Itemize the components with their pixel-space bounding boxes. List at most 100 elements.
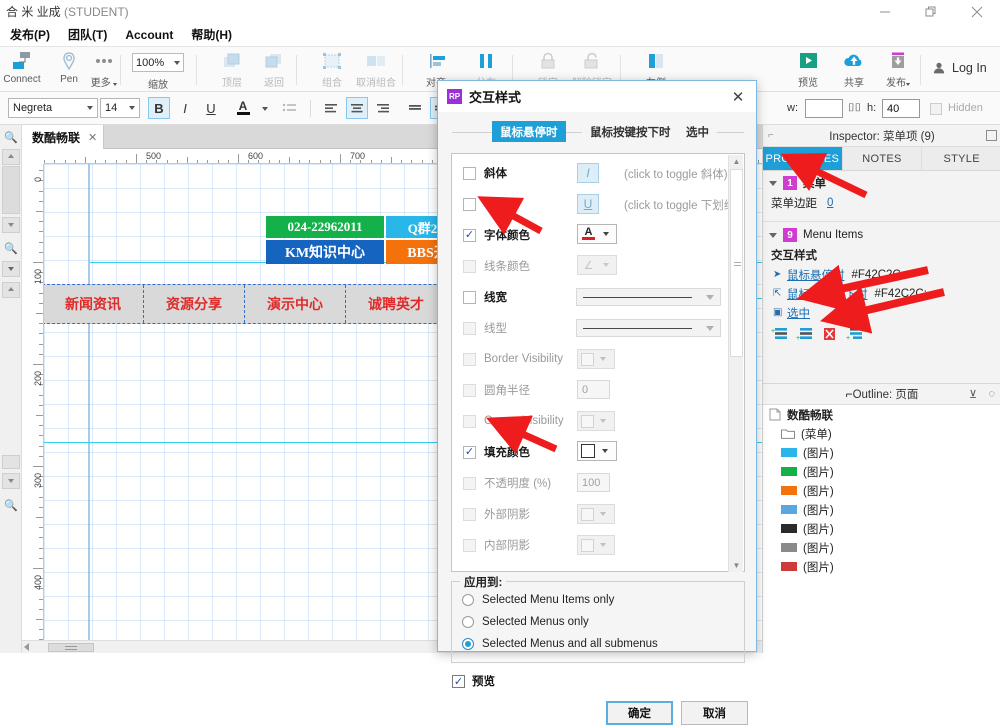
swatch-dropdown[interactable]: [577, 535, 615, 555]
interaction-mousedown-link[interactable]: 鼠标按键按下时: [787, 286, 868, 302]
scroll-thumb[interactable]: [48, 643, 94, 652]
property-checkbox[interactable]: [463, 538, 476, 552]
pin-icon[interactable]: ⌐: [768, 130, 774, 141]
italic-button[interactable]: I: [174, 97, 196, 119]
link-icon[interactable]: ⌷⌷: [848, 102, 861, 115]
canvas-menu-item[interactable]: 新闻资讯: [44, 285, 144, 323]
chevron-down-icon[interactable]: [262, 107, 268, 111]
property-checkbox[interactable]: ✓: [463, 445, 476, 459]
outline-node[interactable]: (图片): [763, 519, 1000, 538]
rail-dropdown[interactable]: [2, 261, 20, 277]
interaction-selected-link[interactable]: 选中: [787, 305, 810, 321]
number-input[interactable]: 0: [577, 380, 610, 399]
align-left-button[interactable]: [320, 97, 342, 119]
sort-icon[interactable]: ◌: [988, 388, 995, 400]
cancel-button[interactable]: 取消: [681, 701, 748, 725]
pin-icon[interactable]: ⌐: [846, 387, 853, 401]
property-checkbox[interactable]: [463, 321, 476, 335]
scroll-left-icon[interactable]: [24, 643, 29, 651]
rail-scroll-down[interactable]: [2, 217, 20, 233]
dialog-property-list[interactable]: 斜体 I (click to toggle 斜体) 下划线 U (click to tog…: [451, 153, 745, 572]
toolbar-publish-button[interactable]: 发布: [872, 49, 924, 91]
toolbar-send-back-button[interactable]: 返回: [248, 49, 300, 91]
swatch-dropdown[interactable]: [577, 504, 615, 524]
preview-checkbox[interactable]: ✓: [452, 674, 465, 688]
interaction-row-hover[interactable]: ➤ 鼠标悬停时 #F42C2C;: [763, 265, 1000, 284]
canvas-box-phone[interactable]: 024-22962011: [266, 216, 384, 238]
toolbar-ungroup-button[interactable]: 取消组合: [350, 49, 402, 91]
search-icon[interactable]: 🔍: [3, 497, 19, 513]
add-item-before-icon[interactable]: +: [771, 327, 788, 341]
swatch-dropdown[interactable]: [577, 411, 615, 431]
swatch-dropdown[interactable]: [577, 349, 615, 369]
rail-scroll-up[interactable]: [2, 149, 20, 165]
number-input[interactable]: 100: [577, 473, 610, 492]
property-checkbox[interactable]: [463, 290, 476, 304]
menu-item-help[interactable]: 帮助(H): [191, 26, 232, 43]
maximize-panel-icon[interactable]: [986, 130, 997, 141]
interaction-row-selected[interactable]: ▣ 选中: [763, 303, 1000, 322]
width-input[interactable]: [805, 99, 843, 118]
toolbar-preview-button[interactable]: 预览: [782, 49, 834, 91]
menu-item-publish[interactable]: 发布(P): [10, 26, 50, 43]
property-checkbox[interactable]: [463, 259, 476, 273]
page-tab[interactable]: 数酷畅联 ✕: [22, 125, 104, 149]
height-input[interactable]: 40: [882, 99, 920, 118]
property-checkbox[interactable]: [463, 197, 476, 211]
outline-node[interactable]: (图片): [763, 443, 1000, 462]
close-icon[interactable]: [954, 0, 1000, 23]
canvas-menu-item[interactable]: 资源分享: [144, 285, 245, 323]
interaction-row-mousedown[interactable]: ⇱ 鼠标按键按下时 #F42C2C;: [763, 284, 1000, 303]
add-item-after-icon[interactable]: +: [796, 327, 813, 342]
toggle-swatch-button[interactable]: I: [577, 163, 599, 183]
canvas-menu-item[interactable]: 诚聘英才: [346, 285, 447, 323]
font-family-select[interactable]: Negreta: [8, 98, 98, 118]
line-style-dropdown[interactable]: [576, 288, 721, 306]
menu-items-header[interactable]: 9 Menu Items: [763, 225, 1000, 245]
scroll-up-icon[interactable]: ▲: [731, 156, 742, 167]
bold-button[interactable]: B: [148, 97, 170, 119]
outline-tree[interactable]: 数酷畅联 (菜单) (图片) (图片) (图片) (图片) (图片) (图片) (图片): [763, 405, 1000, 653]
add-submenu-icon[interactable]: +: [846, 327, 863, 342]
minimize-icon[interactable]: [862, 0, 908, 23]
font-size-select[interactable]: 14: [100, 98, 140, 118]
apply-option-menus-submenus[interactable]: Selected Menus and all submenus: [462, 634, 658, 654]
toggle-swatch-button[interactable]: U: [577, 194, 599, 214]
scroll-thumb[interactable]: [730, 169, 743, 357]
search-icon[interactable]: 🔍: [3, 129, 19, 145]
menu-item-account[interactable]: Account: [125, 28, 173, 42]
close-icon[interactable]: ✕: [88, 131, 97, 144]
fill-color-dropdown[interactable]: [577, 441, 617, 461]
ok-button[interactable]: 确定: [606, 701, 673, 725]
canvas-box-km[interactable]: KM知识中心: [266, 240, 384, 264]
tab-notes[interactable]: NOTES: [843, 147, 923, 170]
property-checkbox[interactable]: [463, 507, 476, 521]
toolbar-connect-button[interactable]: Connect: [0, 49, 48, 91]
rail-scroll-thumb[interactable]: [2, 166, 20, 214]
property-checkbox[interactable]: ✓: [463, 228, 476, 242]
rail-scroll-up-2[interactable]: [2, 282, 20, 298]
property-checkbox[interactable]: [463, 414, 476, 428]
outline-node[interactable]: (菜单): [763, 424, 1000, 443]
font-color-button[interactable]: A: [228, 97, 258, 119]
outline-root[interactable]: 数酷畅联: [763, 405, 1000, 424]
bullet-list-button[interactable]: [278, 97, 300, 119]
property-checkbox[interactable]: [463, 352, 476, 366]
maximize-icon[interactable]: [908, 0, 954, 23]
dialog-tab-selected[interactable]: 选中: [678, 121, 717, 142]
menu-padding-value[interactable]: 0: [827, 197, 833, 209]
dialog-list-scrollbar[interactable]: ▲ ▼: [728, 155, 743, 572]
preview-checkbox-row[interactable]: ✓ 预览: [452, 673, 495, 689]
property-checkbox[interactable]: [463, 166, 476, 180]
dialog-tab-mousedown[interactable]: 鼠标按键按下时: [582, 121, 679, 142]
search-icon[interactable]: 🔍: [3, 240, 19, 256]
outline-node[interactable]: (图片): [763, 481, 1000, 500]
menu-section-header[interactable]: 1 菜单: [763, 173, 1000, 193]
align-center-button[interactable]: [346, 97, 368, 119]
dialog-close-icon[interactable]: ✕: [728, 87, 748, 107]
line-style-dropdown[interactable]: [576, 319, 721, 337]
outline-node[interactable]: (图片): [763, 462, 1000, 481]
align-right-button[interactable]: [372, 97, 394, 119]
outline-node[interactable]: (图片): [763, 538, 1000, 557]
tab-style[interactable]: STYLE: [922, 147, 1000, 170]
